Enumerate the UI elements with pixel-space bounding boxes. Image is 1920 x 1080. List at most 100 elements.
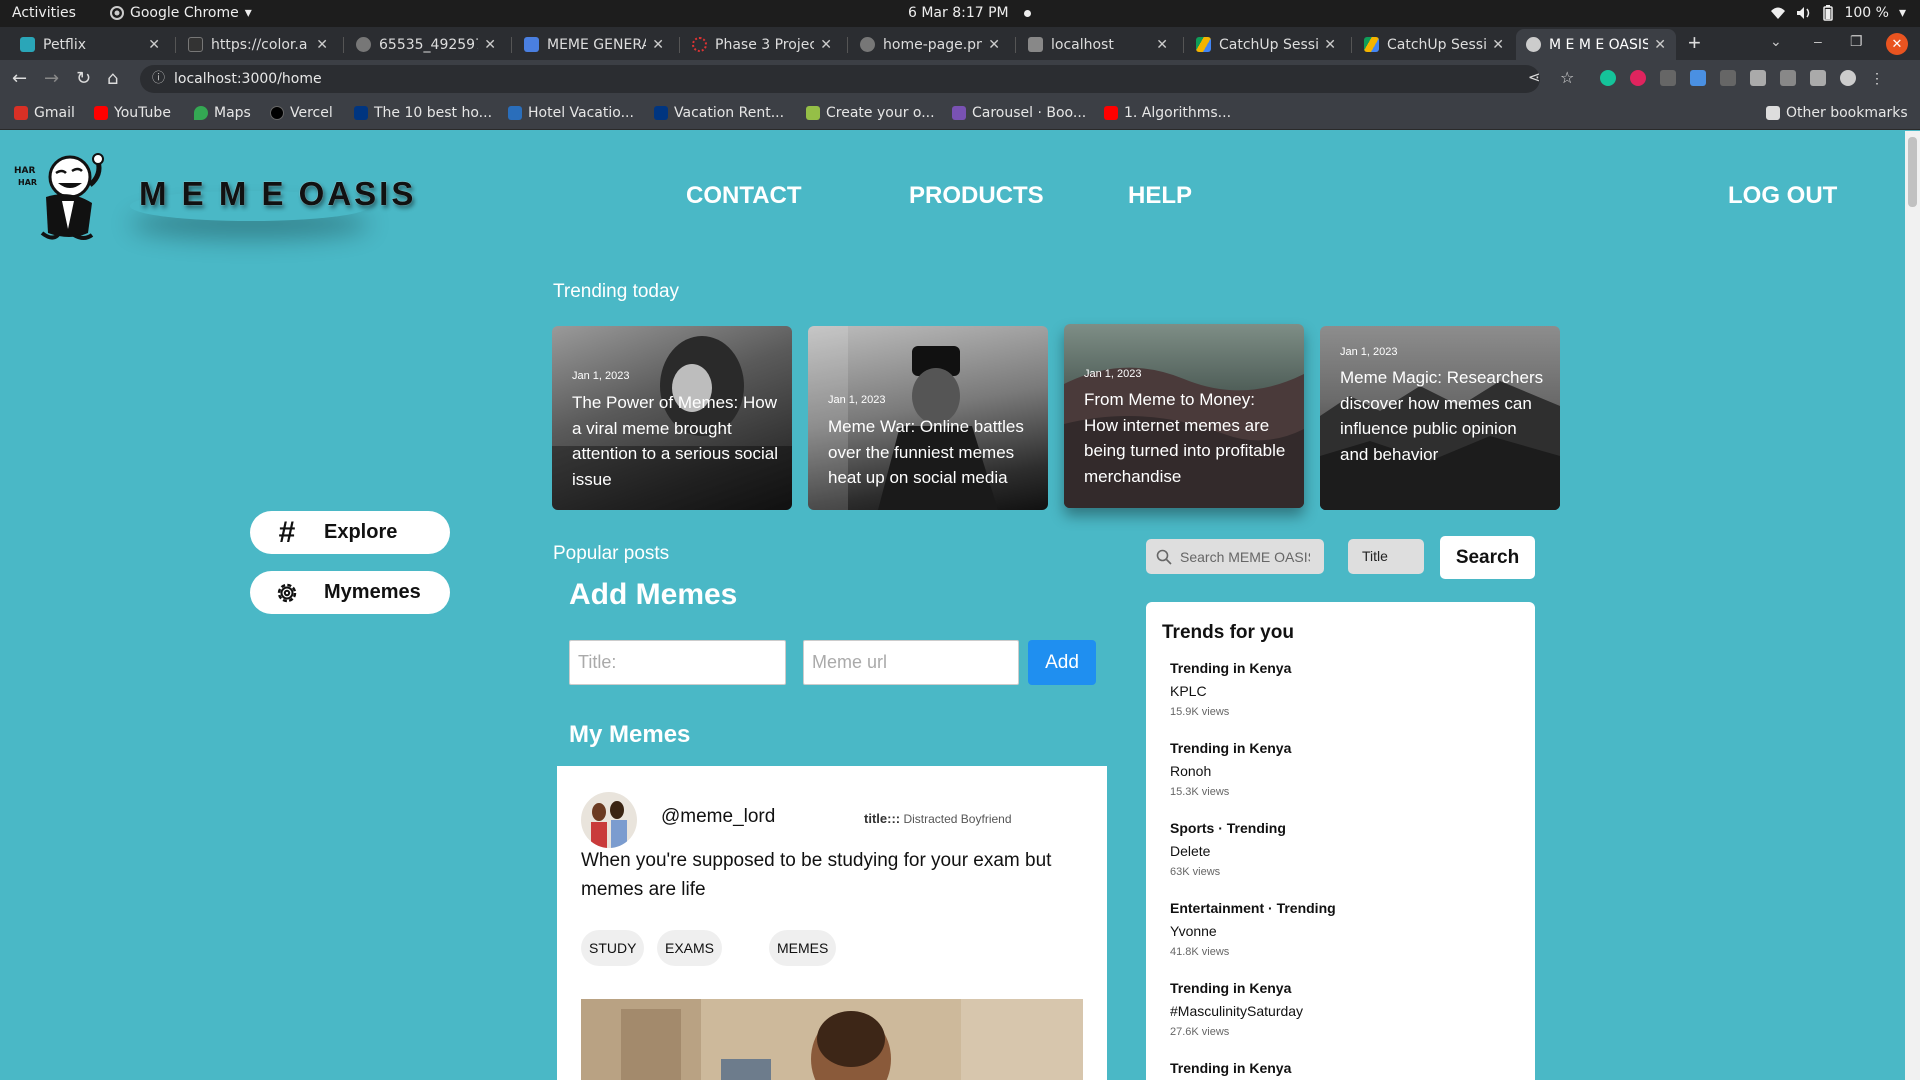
brand-title[interactable]: M E M E OASIS (139, 175, 416, 213)
page-scrollbar[interactable] (1905, 131, 1920, 1080)
activities-button[interactable]: Activities (12, 5, 76, 21)
close-tab-icon[interactable]: ✕ (1324, 37, 1336, 53)
gmail-icon (14, 106, 28, 120)
mymemes-button[interactable]: Mymemes (250, 571, 450, 614)
nav-logout[interactable]: LOG OUT (1728, 182, 1837, 210)
profile-avatar-icon[interactable] (1840, 70, 1856, 86)
search-input[interactable]: Search MEME OASIS (1146, 539, 1324, 574)
browser-tab[interactable]: Petflix ✕ (10, 29, 170, 60)
card-headline: The Power of Memes: How a viral meme bro… (572, 393, 779, 489)
close-tab-icon[interactable]: ✕ (652, 37, 664, 53)
close-tab-icon[interactable]: ✕ (820, 37, 832, 53)
close-tab-icon[interactable]: ✕ (988, 37, 1000, 53)
other-bookmarks[interactable]: Other bookmarks (1766, 105, 1908, 121)
title-input[interactable]: Title: (569, 640, 786, 685)
adblock-icon[interactable] (1630, 70, 1646, 86)
reload-icon[interactable]: ↻ (76, 68, 91, 89)
close-tab-icon[interactable]: ✕ (1654, 37, 1666, 53)
close-tab-icon[interactable]: ✕ (316, 37, 328, 53)
meme-url-input[interactable]: Meme url (803, 640, 1019, 685)
search-button[interactable]: Search (1440, 536, 1535, 579)
trend-item[interactable]: Entertainment · Trending Yvonne 41.8K vi… (1170, 900, 1336, 958)
explore-button[interactable]: # Explore (250, 511, 450, 554)
bookmark-star-icon[interactable]: ☆ (1560, 68, 1574, 87)
tag-chip[interactable]: STUDY (581, 930, 645, 966)
scrollbar-thumb[interactable] (1908, 137, 1917, 207)
bookmark-item[interactable]: Gmail (14, 105, 75, 121)
bookmark-item[interactable]: Vercel (270, 105, 333, 121)
bookmark-item[interactable]: Carousel · Boo... (952, 105, 1086, 121)
close-tab-icon[interactable]: ✕ (484, 37, 496, 53)
puzzle-icon[interactable] (1750, 70, 1766, 86)
nav-help[interactable]: HELP (1128, 182, 1192, 210)
share-icon[interactable]: ⋖ (1528, 68, 1541, 86)
browser-tab[interactable]: CatchUp Sessio ✕ (1186, 29, 1346, 60)
trend-item[interactable]: Trending in Kenya KPLC 15.9K views (1170, 660, 1291, 718)
trending-card[interactable]: Jan 1, 2023 The Power of Memes: How a vi… (552, 326, 792, 510)
browser-tab[interactable]: MEME GENERA ✕ (514, 29, 674, 60)
site-info-icon[interactable]: ⓘ (152, 65, 165, 93)
tag-chip[interactable]: MEMES (769, 930, 837, 966)
bookmark-item[interactable]: Hotel Vacatio... (508, 105, 634, 121)
bookmark-item[interactable]: Maps (194, 105, 251, 121)
browser-tab[interactable]: 65535_4925974✕ (346, 29, 506, 60)
maps-icon (194, 106, 208, 120)
search-placeholder: Search MEME OASIS (1180, 548, 1310, 565)
bookmark-item[interactable]: Vacation Rent... (654, 105, 784, 121)
window-close-icon[interactable]: ✕ (1886, 33, 1908, 55)
tab-search-icon[interactable]: ⌄ (1770, 33, 1782, 50)
popular-posts-title: Popular posts (553, 543, 670, 564)
system-tray[interactable]: 100 % ▾ (1770, 5, 1906, 21)
tag-chip[interactable]: EXAMS (657, 930, 723, 966)
app-menu[interactable]: Google Chrome ▾ (110, 5, 252, 21)
bookmark-item[interactable]: The 10 best ho... (354, 105, 492, 121)
trend-item[interactable]: Trending in Kenya (1170, 1060, 1291, 1076)
close-tab-icon[interactable]: ✕ (148, 37, 160, 53)
home-icon[interactable]: ⌂ (107, 68, 118, 89)
close-tab-icon[interactable]: ✕ (1156, 37, 1168, 53)
back-icon[interactable]: ← (12, 68, 27, 89)
trend-item[interactable]: Trending in Kenya Ronoh 15.3K views (1170, 740, 1291, 798)
browser-tab[interactable]: Phase 3 Project ✕ (682, 29, 842, 60)
browser-tab[interactable]: CatchUp Sessio ✕ (1354, 29, 1514, 60)
trending-title: Trending today (553, 281, 680, 302)
menu-kebab-icon[interactable]: ⋮ (1870, 70, 1884, 86)
cast-icon[interactable] (1780, 70, 1796, 86)
post-handle[interactable]: @meme_lord (661, 806, 775, 828)
tab-favicon-icon (188, 37, 203, 52)
trending-card[interactable]: Jan 1, 2023 Meme Magic: Researchers disc… (1320, 326, 1560, 510)
browser-tab[interactable]: https://color.a ✕ (178, 29, 338, 60)
minimize-icon[interactable]: – (1814, 33, 1822, 49)
extension-icon[interactable] (1660, 70, 1676, 86)
restore-icon[interactable]: ❐ (1850, 33, 1863, 50)
forward-icon[interactable]: → (44, 68, 59, 89)
trend-item[interactable]: Sports · Trending Delete 63K views (1170, 820, 1286, 878)
post-title: title::: Distracted Boyfriend (864, 811, 1012, 826)
browser-tab-active[interactable]: M E M E OASIS ✕ (1516, 29, 1676, 60)
grammarly-icon[interactable] (1600, 70, 1616, 86)
add-button[interactable]: Add (1028, 640, 1096, 685)
new-tab-icon[interactable]: + (1688, 30, 1701, 56)
pen-icon[interactable] (1690, 70, 1706, 86)
site-logo[interactable]: HAR HAR (12, 145, 112, 245)
card-date: Jan 1, 2023 (828, 394, 886, 406)
close-tab-icon[interactable]: ✕ (1492, 37, 1504, 53)
trend-item[interactable]: Trending in Kenya #MasculinitySaturday 2… (1170, 980, 1303, 1038)
bookmark-item[interactable]: Create your o... (806, 105, 935, 121)
meme-image[interactable] (581, 999, 1083, 1080)
clock[interactable]: 6 Mar 8:17 PM (908, 5, 1009, 21)
trending-card[interactable]: Jan 1, 2023 From Meme to Money: How inte… (1064, 324, 1304, 508)
address-bar[interactable]: ⓘ localhost:3000/home (140, 65, 1540, 93)
browser-tab[interactable]: home-page.png✕ (850, 29, 1010, 60)
extension-icon[interactable] (1720, 70, 1736, 86)
sidepanel-icon[interactable] (1810, 70, 1826, 86)
search-field-select[interactable]: Title (1348, 539, 1424, 574)
loading-icon (692, 37, 707, 52)
bookmark-item[interactable]: 1. Algorithms... (1104, 105, 1231, 121)
browser-tab[interactable]: localhost ✕ (1018, 29, 1178, 60)
avatar[interactable] (581, 792, 637, 848)
nav-contact[interactable]: CONTACT (686, 182, 802, 210)
bookmark-item[interactable]: YouTube (94, 105, 171, 121)
trending-card[interactable]: Jan 1, 2023 Meme War: Online battles ove… (808, 326, 1048, 510)
nav-products[interactable]: PRODUCTS (909, 182, 1044, 210)
